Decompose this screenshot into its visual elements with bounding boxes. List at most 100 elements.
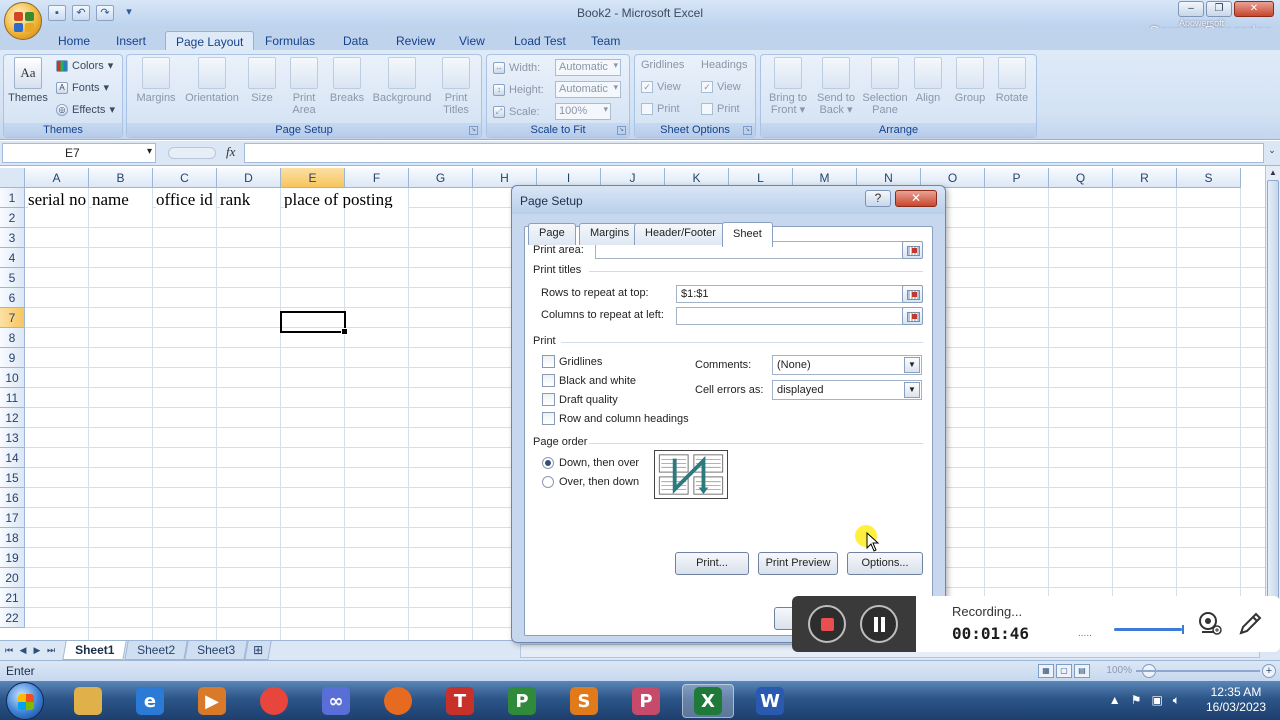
row-header-13[interactable]: 13 bbox=[0, 428, 25, 448]
row-header-6[interactable]: 6 bbox=[0, 288, 25, 308]
volume-icon[interactable]: 🔈︎ bbox=[1173, 693, 1180, 708]
column-header-r[interactable]: R bbox=[1113, 168, 1177, 188]
headings-print-option[interactable]: Print bbox=[701, 103, 740, 115]
effects-button[interactable]: ◎ Effects ▾ bbox=[56, 103, 115, 116]
zoom-slider[interactable] bbox=[1136, 670, 1260, 672]
tab-page-layout[interactable]: Page Layout bbox=[165, 31, 255, 50]
cell-errors-select[interactable]: displayed ▼ bbox=[772, 380, 922, 400]
size-button[interactable]: Size bbox=[247, 57, 277, 104]
taskbar-infinity[interactable]: ∞ bbox=[310, 684, 362, 718]
row-col-headings-checkbox[interactable] bbox=[542, 412, 555, 425]
page-layout-view-icon[interactable]: ▢ bbox=[1056, 664, 1072, 678]
first-sheet-icon[interactable]: ⏮ bbox=[4, 644, 14, 657]
print-area-button[interactable]: Print Area bbox=[287, 57, 321, 116]
row-header-1[interactable]: 1 bbox=[0, 188, 25, 208]
taskbar-internet-explorer[interactable]: e bbox=[124, 684, 176, 718]
sheet-options-launcher-icon[interactable]: ↘ bbox=[743, 126, 752, 135]
row-header-20[interactable]: 20 bbox=[0, 568, 25, 588]
help-button[interactable]: ? bbox=[865, 190, 891, 207]
select-all-button[interactable] bbox=[0, 168, 25, 188]
prev-sheet-icon[interactable]: ◀ bbox=[18, 644, 28, 657]
zoom-percent[interactable]: 100% bbox=[1106, 665, 1132, 676]
insert-function-button[interactable]: fx bbox=[162, 143, 242, 163]
tab-data[interactable]: Data bbox=[333, 31, 378, 50]
tab-insert[interactable]: Insert bbox=[106, 31, 156, 50]
column-header-g[interactable]: G bbox=[409, 168, 473, 188]
comments-select[interactable]: (None) ▼ bbox=[772, 355, 922, 375]
breaks-button[interactable]: Breaks bbox=[329, 57, 365, 104]
cell-d1[interactable]: rank bbox=[220, 188, 280, 208]
print-area-collapse-icon[interactable] bbox=[902, 241, 923, 259]
row-header-17[interactable]: 17 bbox=[0, 508, 25, 528]
cell-c1[interactable]: office id bbox=[156, 188, 216, 208]
row-header-8[interactable]: 8 bbox=[0, 328, 25, 348]
dialog-tab-page[interactable]: Page bbox=[528, 223, 576, 245]
taskbar-excel[interactable]: X bbox=[682, 684, 734, 718]
network-icon[interactable]: ▣ bbox=[1151, 693, 1162, 708]
row-header-15[interactable]: 15 bbox=[0, 468, 25, 488]
volume-slider[interactable] bbox=[1114, 625, 1184, 634]
column-header-d[interactable]: D bbox=[217, 168, 281, 188]
column-header-b[interactable]: B bbox=[89, 168, 153, 188]
cell-a1[interactable]: serial no bbox=[28, 188, 88, 208]
gridlines-view-option[interactable]: ✓ View bbox=[641, 81, 681, 93]
column-header-e[interactable]: E bbox=[281, 168, 345, 188]
sheet-tab-1[interactable]: Sheet1 bbox=[62, 641, 128, 660]
stop-recording-button[interactable] bbox=[808, 605, 846, 643]
rows-repeat-input[interactable]: $1:$1 bbox=[676, 285, 904, 303]
orientation-button[interactable]: Orientation bbox=[181, 57, 243, 104]
normal-view-icon[interactable]: ▦ bbox=[1038, 664, 1054, 678]
bring-to-front-button[interactable]: Bring to Front ▾ bbox=[763, 57, 813, 116]
row-header-19[interactable]: 19 bbox=[0, 548, 25, 568]
draft-quality-checkbox[interactable] bbox=[542, 393, 555, 406]
zoom-in-icon[interactable]: + bbox=[1262, 664, 1276, 678]
tab-review[interactable]: Review bbox=[386, 31, 445, 50]
group-button[interactable]: Group bbox=[951, 57, 989, 104]
dialog-tab-margins[interactable]: Margins bbox=[579, 223, 641, 245]
headings-print-checkbox[interactable] bbox=[701, 103, 713, 115]
taskbar-chrome[interactable] bbox=[248, 684, 300, 718]
print-button[interactable]: Print... bbox=[675, 552, 749, 575]
gridlines-print-checkbox[interactable] bbox=[641, 103, 653, 115]
gridlines-print-option[interactable]: Print bbox=[641, 103, 680, 115]
taskbar-media-player[interactable]: ▶ bbox=[186, 684, 238, 718]
row-header-22[interactable]: 22 bbox=[0, 608, 25, 628]
scale-to-fit-launcher-icon[interactable]: ↘ bbox=[617, 126, 626, 135]
column-header-a[interactable]: A bbox=[25, 168, 89, 188]
row-header-11[interactable]: 11 bbox=[0, 388, 25, 408]
annotate-pen-icon[interactable] bbox=[1236, 610, 1264, 638]
vertical-scroll-thumb[interactable] bbox=[1267, 180, 1279, 600]
scale-spinner[interactable]: 100% bbox=[555, 103, 611, 120]
print-preview-button[interactable]: Print Preview bbox=[758, 552, 838, 575]
background-button[interactable]: Background bbox=[369, 57, 435, 104]
column-header-c[interactable]: C bbox=[153, 168, 217, 188]
name-box[interactable]: E7 bbox=[2, 143, 156, 163]
tab-load-test[interactable]: Load Test bbox=[504, 31, 576, 50]
page-setup-launcher-icon[interactable]: ↘ bbox=[469, 126, 478, 135]
restore-button[interactable]: ❐ bbox=[1206, 1, 1232, 17]
column-header-q[interactable]: Q bbox=[1049, 168, 1113, 188]
row-header-3[interactable]: 3 bbox=[0, 228, 25, 248]
taskbar-firefox[interactable] bbox=[372, 684, 424, 718]
dialog-tab-sheet[interactable]: Sheet bbox=[722, 222, 773, 247]
pause-recording-button[interactable] bbox=[860, 605, 898, 643]
dialog-title-bar[interactable]: Page Setup ? ✕ bbox=[512, 186, 945, 214]
office-button[interactable] bbox=[4, 2, 42, 40]
height-select[interactable]: Automatic bbox=[555, 81, 621, 98]
row-header-18[interactable]: 18 bbox=[0, 528, 25, 548]
insert-sheet-button[interactable]: ⊞ bbox=[244, 641, 272, 660]
colors-button[interactable]: Colors ▾ bbox=[56, 59, 113, 72]
row-header-9[interactable]: 9 bbox=[0, 348, 25, 368]
expand-formula-bar-icon[interactable]: ⌄ bbox=[1266, 145, 1278, 161]
tab-view[interactable]: View bbox=[449, 31, 495, 50]
sheet-tab-2[interactable]: Sheet2 bbox=[124, 641, 188, 660]
taskbar-p-app[interactable]: P bbox=[496, 684, 548, 718]
print-titles-button[interactable]: Print Titles bbox=[439, 57, 473, 116]
column-header-p[interactable]: P bbox=[985, 168, 1049, 188]
send-to-back-button[interactable]: Send to Back ▾ bbox=[813, 57, 859, 116]
row-header-10[interactable]: 10 bbox=[0, 368, 25, 388]
cell-b1[interactable]: name bbox=[92, 188, 152, 208]
webcam-icon[interactable] bbox=[1196, 610, 1222, 636]
row-header-16[interactable]: 16 bbox=[0, 488, 25, 508]
cell-e1[interactable]: place of posting bbox=[284, 188, 408, 208]
